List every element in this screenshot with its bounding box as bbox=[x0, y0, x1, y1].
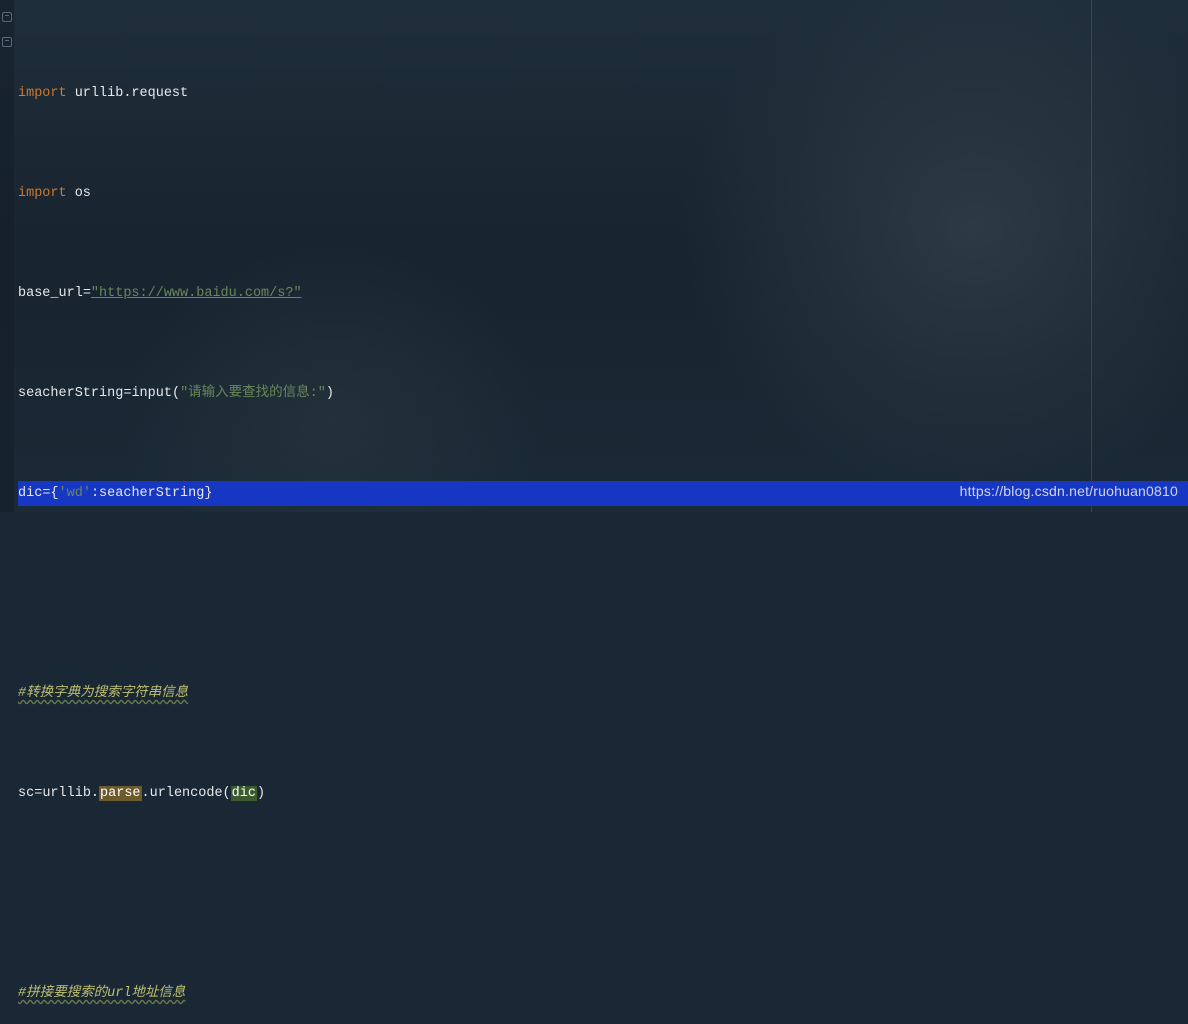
method-call: .urlencode( bbox=[142, 786, 231, 801]
variable: dic bbox=[18, 486, 42, 501]
lbrace: { bbox=[50, 486, 58, 501]
code-line[interactable]: import urllib.request bbox=[18, 81, 1188, 106]
code-line[interactable]: seacherString=input("请输入要查找的信息:") bbox=[18, 381, 1188, 406]
variable: sc bbox=[18, 786, 34, 801]
code-line[interactable]: #转换字典为搜索字符串信息 bbox=[18, 681, 1188, 706]
colon: : bbox=[91, 486, 99, 501]
fold-marker-icon[interactable] bbox=[2, 12, 12, 22]
comment: #转换字典为搜索字符串信息 bbox=[18, 686, 188, 701]
code-area[interactable]: import urllib.request import os base_url… bbox=[18, 6, 1188, 1024]
code-line[interactable]: sc=urllib.parse.urlencode(dic) bbox=[18, 781, 1188, 806]
blank-line[interactable] bbox=[18, 581, 1188, 606]
string-literal: "请输入要查找的信息:" bbox=[180, 386, 326, 401]
rbrace: } bbox=[204, 486, 212, 501]
string-literal-url: "https://www.baidu.com/s?" bbox=[91, 286, 302, 301]
code-line[interactable]: import os bbox=[18, 181, 1188, 206]
equals: = bbox=[34, 786, 42, 801]
fold-marker-icon[interactable] bbox=[2, 37, 12, 47]
rparen: ) bbox=[257, 786, 265, 801]
module-name: urllib.request bbox=[67, 86, 189, 101]
dict-key: 'wd' bbox=[59, 486, 91, 501]
keyword-import: import bbox=[18, 186, 67, 201]
equals: = bbox=[83, 286, 91, 301]
blank-line[interactable] bbox=[18, 881, 1188, 906]
comment: #拼接要搜索的url地址信息 bbox=[18, 986, 185, 1001]
qualifier: urllib. bbox=[42, 786, 99, 801]
builtin-call: input bbox=[131, 386, 172, 401]
keyword-import: import bbox=[18, 86, 67, 101]
variable: seacherString bbox=[18, 386, 123, 401]
lparen: ( bbox=[172, 386, 180, 401]
code-line[interactable]: base_url="https://www.baidu.com/s?" bbox=[18, 281, 1188, 306]
variable-ref: seacherString bbox=[99, 486, 204, 501]
watermark-text: https://blog.csdn.net/ruohuan0810 bbox=[960, 479, 1178, 504]
highlighted-arg: dic bbox=[231, 786, 257, 801]
fold-gutter[interactable] bbox=[0, 0, 14, 512]
rparen: ) bbox=[326, 386, 334, 401]
module-name: os bbox=[67, 186, 91, 201]
code-line[interactable]: #拼接要搜索的url地址信息 bbox=[18, 981, 1188, 1006]
highlighted-token: parse bbox=[99, 786, 142, 801]
code-editor[interactable]: import urllib.request import os base_url… bbox=[0, 0, 1188, 512]
variable: base_url bbox=[18, 286, 83, 301]
